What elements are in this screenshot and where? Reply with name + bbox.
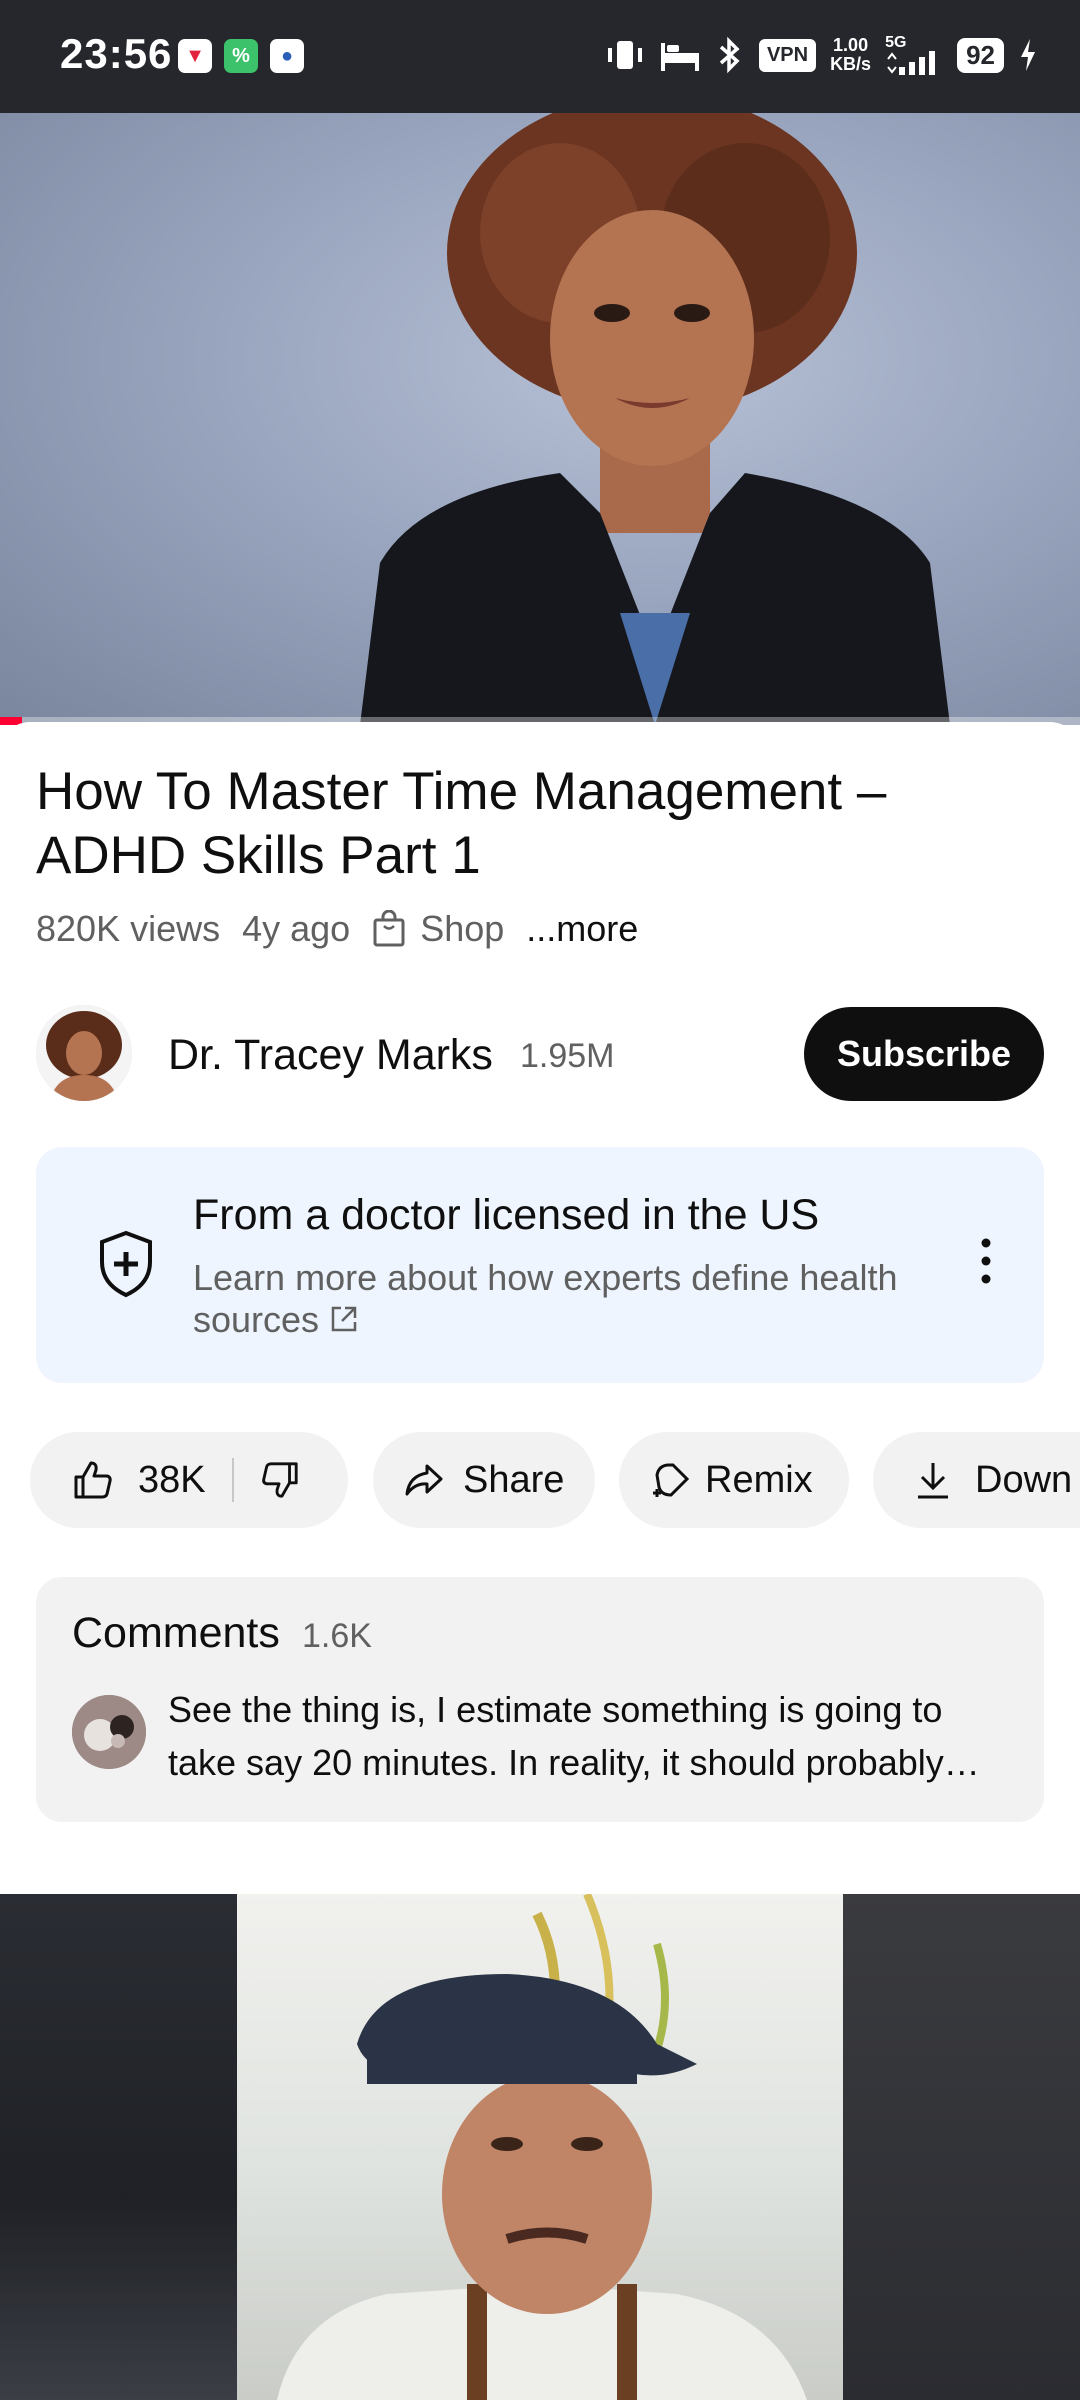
video-meta[interactable]: 820K views 4y ago Shop ...more xyxy=(36,908,638,950)
channel-name[interactable]: Dr. Tracey Marks xyxy=(168,1031,493,1080)
download-button[interactable]: Down xyxy=(873,1432,1080,1528)
like-count[interactable]: 38K xyxy=(138,1459,206,1502)
vpn-badge: VPN xyxy=(758,38,817,72)
status-time: 23:56 xyxy=(60,30,173,77)
commenter-avatar xyxy=(72,1695,146,1769)
status-bar: 23:56 ▼ % ● VPN 1.00 KB/s 5G 92 xyxy=(0,0,1080,113)
charging-icon xyxy=(1021,39,1035,71)
vibrate-icon xyxy=(607,41,642,69)
comments-count: 1.6K xyxy=(302,1617,372,1655)
health-card-subtitle[interactable]: Learn more about how experts define heal… xyxy=(193,1257,953,1341)
more-options-icon[interactable] xyxy=(980,1237,992,1285)
sleep-mode-icon xyxy=(660,43,699,71)
like-divider xyxy=(231,1458,234,1502)
external-link-icon xyxy=(331,1306,357,1332)
comments-section[interactable]: Comments 1.6K See the thing is, I estima… xyxy=(36,1577,1044,1822)
video-details-sheet: How To Master Time Management – ADHD Ski… xyxy=(0,722,1080,1894)
notification-app-icon: ● xyxy=(270,39,304,73)
share-icon xyxy=(405,1464,443,1496)
share-label: Share xyxy=(463,1458,565,1501)
shop-link[interactable]: Shop xyxy=(420,908,504,950)
notification-app-icon: % xyxy=(224,39,258,73)
status-icons: VPN 1.00 KB/s 5G 92 xyxy=(605,30,1038,80)
bluetooth-icon xyxy=(719,36,740,74)
notification-app-icon: ▼ xyxy=(178,39,212,73)
remix-icon xyxy=(653,1463,690,1497)
battery-indicator: 92 xyxy=(957,37,1004,73)
thumbnail-blur-right xyxy=(843,1894,1080,2400)
download-icon xyxy=(918,1463,948,1499)
comments-title: Comments xyxy=(72,1609,280,1657)
subscriber-count: 1.95M xyxy=(520,1037,615,1075)
subscribe-button[interactable]: Subscribe xyxy=(804,1007,1044,1101)
top-comment-text: See the thing is, I estimate something i… xyxy=(168,1689,944,1783)
like-icon[interactable] xyxy=(72,1459,114,1501)
share-button[interactable]: Share xyxy=(373,1432,595,1528)
like-dislike-pill: 38K xyxy=(30,1432,348,1528)
dislike-icon[interactable] xyxy=(260,1460,300,1500)
action-bar: 38K Share Remix Down xyxy=(30,1432,1080,1528)
health-card-title: From a doctor licensed in the US xyxy=(193,1191,820,1239)
view-count: 820K views xyxy=(36,908,221,949)
next-video-thumbnail[interactable] xyxy=(0,1894,1080,2400)
video-title[interactable]: How To Master Time Management – ADHD Ski… xyxy=(36,760,1036,888)
shield-plus-icon xyxy=(100,1230,152,1298)
signal-icon: 5G xyxy=(885,35,943,75)
remix-label: Remix xyxy=(705,1458,813,1501)
upload-age: 4y ago xyxy=(242,908,351,949)
shopping-bag-icon xyxy=(373,910,405,947)
channel-row: Dr. Tracey Marks 1.95M Subscribe xyxy=(36,1005,1044,1101)
video-player[interactable] xyxy=(0,113,1080,725)
channel-avatar[interactable] xyxy=(36,1005,132,1101)
network-speed: 1.00 KB/s xyxy=(830,35,872,74)
thumbnail-blur-left xyxy=(0,1894,237,2400)
health-source-card[interactable]: From a doctor licensed in the US Learn m… xyxy=(36,1147,1044,1383)
remix-button[interactable]: Remix xyxy=(619,1432,849,1528)
video-frame-image xyxy=(360,113,950,725)
more-description-button[interactable]: ...more xyxy=(526,908,638,950)
download-label: Down xyxy=(975,1458,1073,1501)
thumbnail-image xyxy=(237,1894,843,2400)
